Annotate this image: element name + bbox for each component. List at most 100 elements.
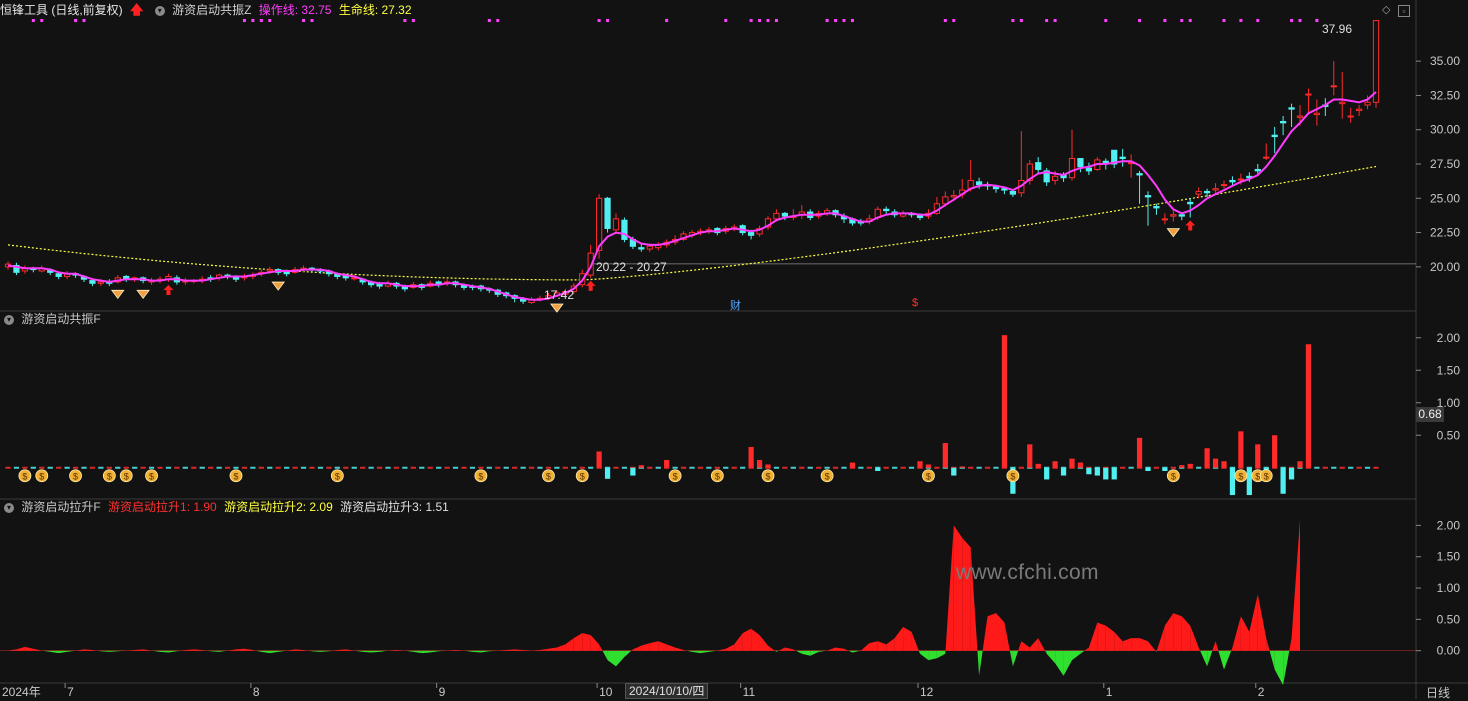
baseline-tick <box>732 467 737 469</box>
baseline-tick <box>461 467 466 469</box>
money-bag-symbol: $ <box>478 471 483 481</box>
signal-dot <box>1290 19 1293 22</box>
baseline-tick <box>309 467 314 469</box>
candle-body <box>951 196 956 197</box>
resonance-bar <box>1272 435 1277 468</box>
x-tick-label: 1 <box>1106 685 1113 699</box>
signal-dot <box>268 19 271 22</box>
indicator-name-bottom[interactable]: 游资启动拉升F <box>21 500 100 514</box>
diamond-icon[interactable]: ◇ <box>1382 3 1390 16</box>
x-cursor-label: 2024/10/10/四 <box>625 683 708 699</box>
resonance-bar <box>1002 335 1007 468</box>
lift-area <box>1004 622 1009 650</box>
candle-body <box>90 281 95 284</box>
money-bag-symbol: $ <box>39 471 44 481</box>
y-tick-label: 0.50 <box>1437 612 1461 626</box>
maximize-pane-icon[interactable]: ▫ <box>1398 5 1410 17</box>
money-bag-symbol: $ <box>107 471 112 481</box>
baseline-tick <box>580 467 585 469</box>
lift-line-1-label: 游资启动拉升1: 1.90 <box>108 500 217 514</box>
baseline-tick <box>1154 467 1159 469</box>
lift-area <box>25 647 33 651</box>
lift-area <box>1038 638 1045 651</box>
lift-line-3-label: 游资启动拉升3: 1.51 <box>340 500 449 514</box>
buy-arrow-icon <box>1185 220 1195 230</box>
money-bag-symbol: $ <box>580 471 585 481</box>
baseline-tick <box>470 467 475 469</box>
signal-dot <box>826 19 829 22</box>
baseline-tick <box>993 467 998 469</box>
baseline-tick <box>276 467 281 469</box>
signal-dot <box>32 19 35 22</box>
baseline-tick <box>841 467 846 469</box>
lift-area <box>734 633 742 651</box>
money-bag-symbol: $ <box>1010 471 1015 481</box>
baseline-tick <box>301 467 306 469</box>
resonance-bar <box>1280 468 1285 494</box>
indicator-dropdown-icon-bottom[interactable]: ▾ <box>4 503 14 513</box>
up-arrow-icon: 🡅 <box>130 2 143 17</box>
lift-area <box>1089 622 1097 650</box>
signal-dot <box>74 19 77 22</box>
signal-dot <box>750 19 753 22</box>
resonance-bar <box>875 468 880 471</box>
dividend-marker[interactable]: $ <box>912 297 918 309</box>
resonance-bar <box>1162 468 1167 471</box>
resonance-bar <box>1289 468 1294 480</box>
y-tick-label: 32.50 <box>1430 88 1460 102</box>
baseline-tick <box>867 467 872 469</box>
baseline-tick <box>554 467 559 469</box>
baseline-tick <box>681 467 686 469</box>
candle-body <box>1196 191 1201 194</box>
indicator-name-main[interactable]: 游资启动共振Z <box>172 3 251 17</box>
lift-area <box>979 651 983 676</box>
baseline-tick <box>360 467 365 469</box>
money-bag-symbol: $ <box>825 471 830 481</box>
baseline-tick <box>1196 467 1201 469</box>
baseline-tick <box>1340 467 1345 469</box>
signal-dot <box>251 19 254 22</box>
y-tick-label: 1.50 <box>1437 363 1461 377</box>
baseline-tick <box>698 467 703 469</box>
x-tick-label: 12 <box>920 685 934 699</box>
lift-area <box>692 651 700 654</box>
indicator-dropdown-icon-mid[interactable]: ▾ <box>4 315 14 325</box>
lift-area <box>836 648 844 651</box>
candle-body <box>622 220 627 239</box>
baseline-tick <box>892 467 897 469</box>
lift-area <box>1173 613 1181 651</box>
candle-body <box>1069 159 1074 178</box>
y-tick-label: 2.00 <box>1437 518 1461 532</box>
lift-area <box>903 627 911 651</box>
baseline-tick <box>318 467 323 469</box>
candle-body <box>647 246 652 249</box>
candle-body <box>605 198 610 228</box>
resonance-bar <box>1095 468 1100 476</box>
baseline-tick <box>259 467 264 469</box>
lift-area <box>1047 651 1055 664</box>
mid-pane-header: ▾ 游资启动共振F <box>0 310 105 328</box>
indicator-dropdown-icon[interactable]: ▾ <box>155 6 165 16</box>
low-price-label: 17.42 <box>544 288 574 302</box>
baseline-tick <box>884 467 889 469</box>
period-label[interactable]: 日线 <box>1426 684 1450 701</box>
signal-dot <box>488 19 491 22</box>
operate-line <box>8 92 1376 300</box>
money-bag-symbol: $ <box>233 471 238 481</box>
diamond-signal-icon <box>137 290 149 298</box>
finance-marker[interactable]: 财 <box>730 297 741 313</box>
baseline-tick <box>174 467 179 469</box>
baseline-tick <box>706 467 711 469</box>
baseline-tick <box>689 467 694 469</box>
money-bag-symbol: $ <box>22 471 27 481</box>
baseline-tick <box>791 467 796 469</box>
signal-dot <box>767 19 770 22</box>
baseline-tick <box>740 467 745 469</box>
indicator-name-mid[interactable]: 游资启动共振F <box>21 312 100 326</box>
lift-area <box>616 651 624 667</box>
money-bag-symbol: $ <box>149 471 154 481</box>
baseline-tick <box>107 467 112 469</box>
money-bag-symbol: $ <box>546 471 551 481</box>
candle-body <box>1078 159 1083 167</box>
baseline-tick <box>816 467 821 469</box>
